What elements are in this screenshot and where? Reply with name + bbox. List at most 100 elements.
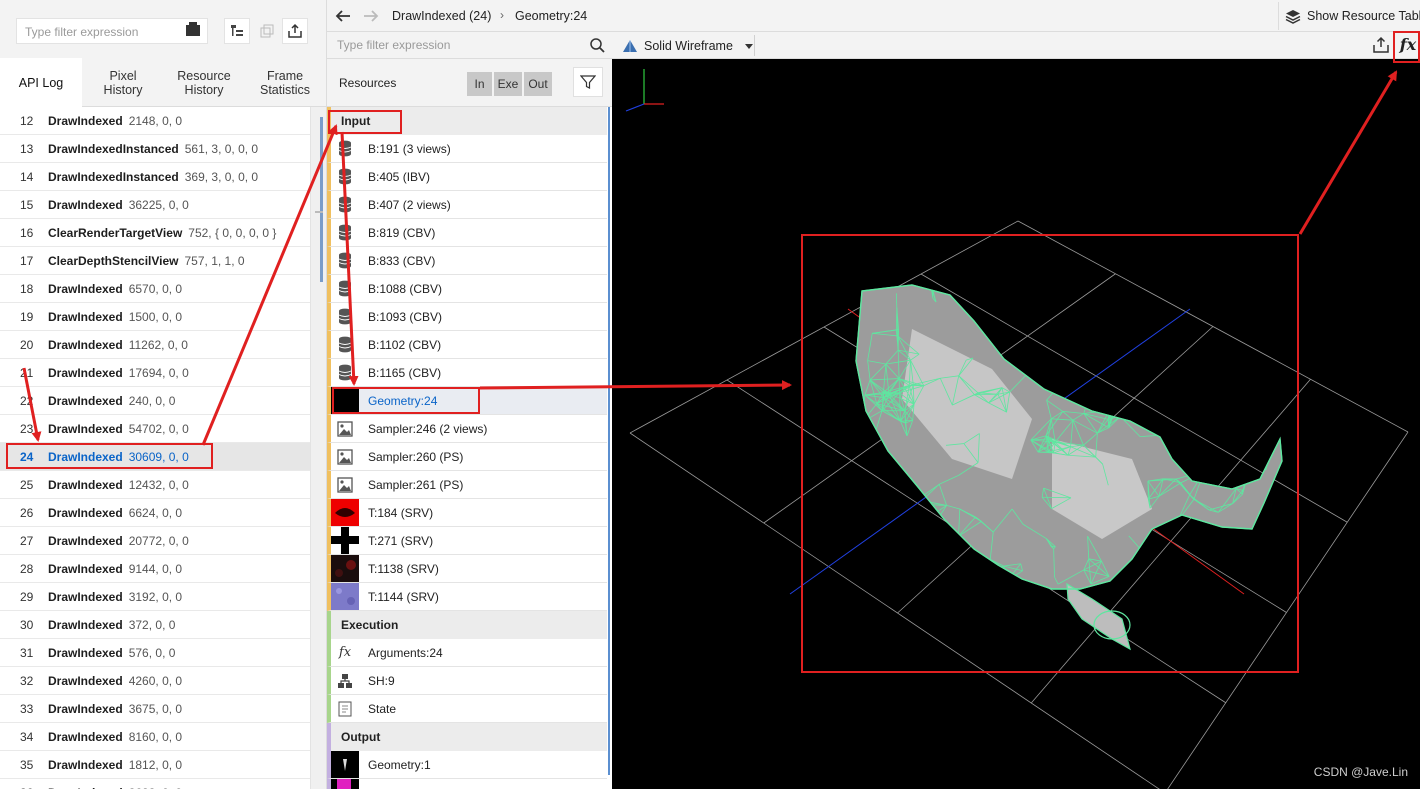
toolbar-divider xyxy=(754,35,755,56)
resource-item[interactable]: B:1088 (CBV) xyxy=(327,275,607,303)
forward-arrow-icon[interactable] xyxy=(363,9,379,23)
api-call-index: 33 xyxy=(20,701,34,716)
api-call-row[interactable]: 31 DrawIndexed 576, 0, 0 xyxy=(0,639,310,667)
funnel-filter-button[interactable] xyxy=(573,67,603,97)
wire-edge xyxy=(914,524,934,527)
api-call-row[interactable]: 28 DrawIndexed 9144, 0, 0 xyxy=(0,555,310,583)
wire-edge xyxy=(1091,385,1114,406)
api-log-scrollbar[interactable] xyxy=(310,107,326,789)
api-call-row[interactable]: 33 DrawIndexed 3675, 0, 0 xyxy=(0,695,310,723)
api-call-index: 19 xyxy=(20,309,34,324)
api-call-row[interactable]: 15 DrawIndexed 36225, 0, 0 xyxy=(0,191,310,219)
resource-item[interactable]: Sampler:261 (PS) xyxy=(327,471,607,499)
resource-item[interactable]: B:833 (CBV) xyxy=(327,247,607,275)
resource-item[interactable]: Sampler:246 (2 views) xyxy=(327,415,607,443)
api-call-index: 34 xyxy=(20,729,34,744)
shader-icon xyxy=(331,667,359,694)
resource-item[interactable]: SH:9 xyxy=(327,667,607,695)
tree-view-button[interactable] xyxy=(224,18,250,44)
breadcrumb-call[interactable]: DrawIndexed (24) xyxy=(392,9,491,23)
api-call-row[interactable]: 21 DrawIndexed 17694, 0, 0 xyxy=(0,359,310,387)
api-call-row[interactable]: 35 DrawIndexed 1812, 0, 0 xyxy=(0,751,310,779)
resource-item[interactable]: fx Arguments:24 xyxy=(327,639,607,667)
resource-item[interactable]: B:405 (IBV) xyxy=(327,163,607,191)
wire-edge xyxy=(987,559,991,572)
resource-item[interactable]: State xyxy=(327,695,607,723)
fx-shader-button[interactable]: fx xyxy=(1398,34,1418,56)
api-call-row[interactable]: 26 DrawIndexed 6624, 0, 0 xyxy=(0,499,310,527)
resource-item[interactable]: B:1093 (CBV) xyxy=(327,303,607,331)
api-call-args: 3192, 0, 0 xyxy=(128,589,183,604)
resource-item[interactable]: Geometry:1 xyxy=(327,751,607,779)
api-log-scroll-thumb[interactable] xyxy=(320,117,323,282)
api-call-row[interactable]: 36DrawIndexed 3683, 0, 0 xyxy=(0,779,310,789)
api-call-row[interactable]: 30 DrawIndexed 372, 0, 0 xyxy=(0,611,310,639)
resource-item[interactable]: B:191 (3 views) xyxy=(327,135,607,163)
resource-item[interactable]: Sampler:260 (PS) xyxy=(327,443,607,471)
render-mode-dropdown[interactable]: Solid Wireframe xyxy=(620,36,753,56)
resource-item-label: B:1093 (CBV) xyxy=(368,309,443,324)
api-call-row[interactable]: 27 DrawIndexed 20772, 0, 0 xyxy=(0,527,310,555)
api-call-index: 16 xyxy=(20,225,34,240)
resource-item[interactable]: B:819 (CBV) xyxy=(327,219,607,247)
api-call-row[interactable]: 14 DrawIndexedInstanced 369, 3, 0, 0, 0 xyxy=(0,163,310,191)
api-call-row[interactable]: 20 DrawIndexed 11262, 0, 0 xyxy=(0,331,310,359)
api-call-row[interactable]: 25 DrawIndexed 12432, 0, 0 xyxy=(0,471,310,499)
resource-item[interactable]: T:1144 (SRV) xyxy=(327,583,607,611)
filter-out-toggle[interactable]: Out xyxy=(524,72,553,96)
api-call-row[interactable]: 32 DrawIndexed 4260, 0, 0 xyxy=(0,667,310,695)
api-call-row[interactable]: 13 DrawIndexedInstanced 561, 3, 0, 0, 0 xyxy=(0,135,310,163)
tab-api-log[interactable]: API Log xyxy=(0,58,82,108)
resource-item[interactable]: B:407 (2 views) xyxy=(327,191,607,219)
search-icon[interactable] xyxy=(589,37,605,53)
resource-item-selected[interactable]: Geometry:24 xyxy=(327,387,607,415)
api-call-row[interactable]: 17 ClearDepthStencilView 757, 1, 1, 0 xyxy=(0,247,310,275)
resource-item-label: Geometry:1 xyxy=(368,757,431,772)
copy-button[interactable] xyxy=(254,18,280,44)
tab-resource-history[interactable]: Resource History xyxy=(164,58,244,107)
api-call-row[interactable]: 29 DrawIndexed 3192, 0, 0 xyxy=(0,583,310,611)
tab-frame-statistics[interactable]: Frame Statistics xyxy=(244,58,326,107)
api-call-row[interactable]: 16 ClearRenderTargetView 752, { 0, 0, 0, 0… xyxy=(0,219,310,247)
sampler-icon xyxy=(331,443,359,470)
export-icon[interactable] xyxy=(1372,36,1390,54)
wire-edge xyxy=(915,505,927,520)
tab-pixel-history[interactable]: Pixel History xyxy=(82,58,164,107)
api-call-index: 23 xyxy=(20,421,34,436)
api-call-function: DrawIndexedInstanced xyxy=(48,169,179,184)
api-call-row[interactable]: 18 DrawIndexed 6570, 0, 0 xyxy=(0,275,310,303)
resource-item[interactable]: B:1102 (CBV) xyxy=(327,331,607,359)
resource-item[interactable]: T:271 (SRV) xyxy=(327,527,607,555)
export-button[interactable] xyxy=(282,18,308,44)
api-call-row[interactable]: 34 DrawIndexed 8160, 0, 0 xyxy=(0,723,310,751)
api-call-row-selected[interactable]: 24 DrawIndexed 30609, 0, 0 xyxy=(0,443,310,471)
3d-viewport[interactable]: CSDN @Jave.Lin xyxy=(612,59,1420,789)
api-call-index: 12 xyxy=(20,113,34,128)
resource-filter-input[interactable]: Type filter expression xyxy=(337,38,450,52)
breadcrumb-resource[interactable]: Geometry:24 xyxy=(515,9,587,23)
resource-item[interactable]: T:184 (SRV) xyxy=(327,499,607,527)
resources-panel: Type filter expression Resources In Exe … xyxy=(326,0,613,789)
resource-item[interactable] xyxy=(327,779,607,789)
api-log-filter-input[interactable]: Type filter expression xyxy=(16,18,208,44)
filter-in-toggle[interactable]: In xyxy=(467,72,493,96)
api-call-row[interactable]: 23 DrawIndexed 54702, 0, 0 xyxy=(0,415,310,443)
wire-edge xyxy=(973,571,988,575)
resource-item-label: B:407 (2 views) xyxy=(368,197,451,212)
wire-edge xyxy=(961,552,975,575)
resource-item-label: SH:9 xyxy=(368,673,395,688)
filter-options-icon[interactable] xyxy=(186,22,200,36)
resource-item[interactable]: B:1165 (CBV) xyxy=(327,359,607,387)
show-resource-table-button[interactable]: Show Resource Table xyxy=(1278,2,1420,30)
api-call-index: 29 xyxy=(20,589,34,604)
wire-edge xyxy=(1238,355,1254,367)
api-call-row[interactable]: 19 DrawIndexed 1500, 0, 0 xyxy=(0,303,310,331)
resource-item-label: Sampler:260 (PS) xyxy=(368,449,464,464)
resource-item-label: Sampler:261 (PS) xyxy=(368,477,464,492)
api-call-row[interactable]: 12 DrawIndexed 2148, 0, 0 xyxy=(0,107,310,135)
back-arrow-icon[interactable] xyxy=(335,9,351,23)
resource-item[interactable]: T:1138 (SRV) xyxy=(327,555,607,583)
api-call-row[interactable]: 22 DrawIndexed 240, 0, 0 xyxy=(0,387,310,415)
filter-exe-toggle[interactable]: Exe xyxy=(494,72,523,96)
wire-edge xyxy=(1123,312,1140,334)
